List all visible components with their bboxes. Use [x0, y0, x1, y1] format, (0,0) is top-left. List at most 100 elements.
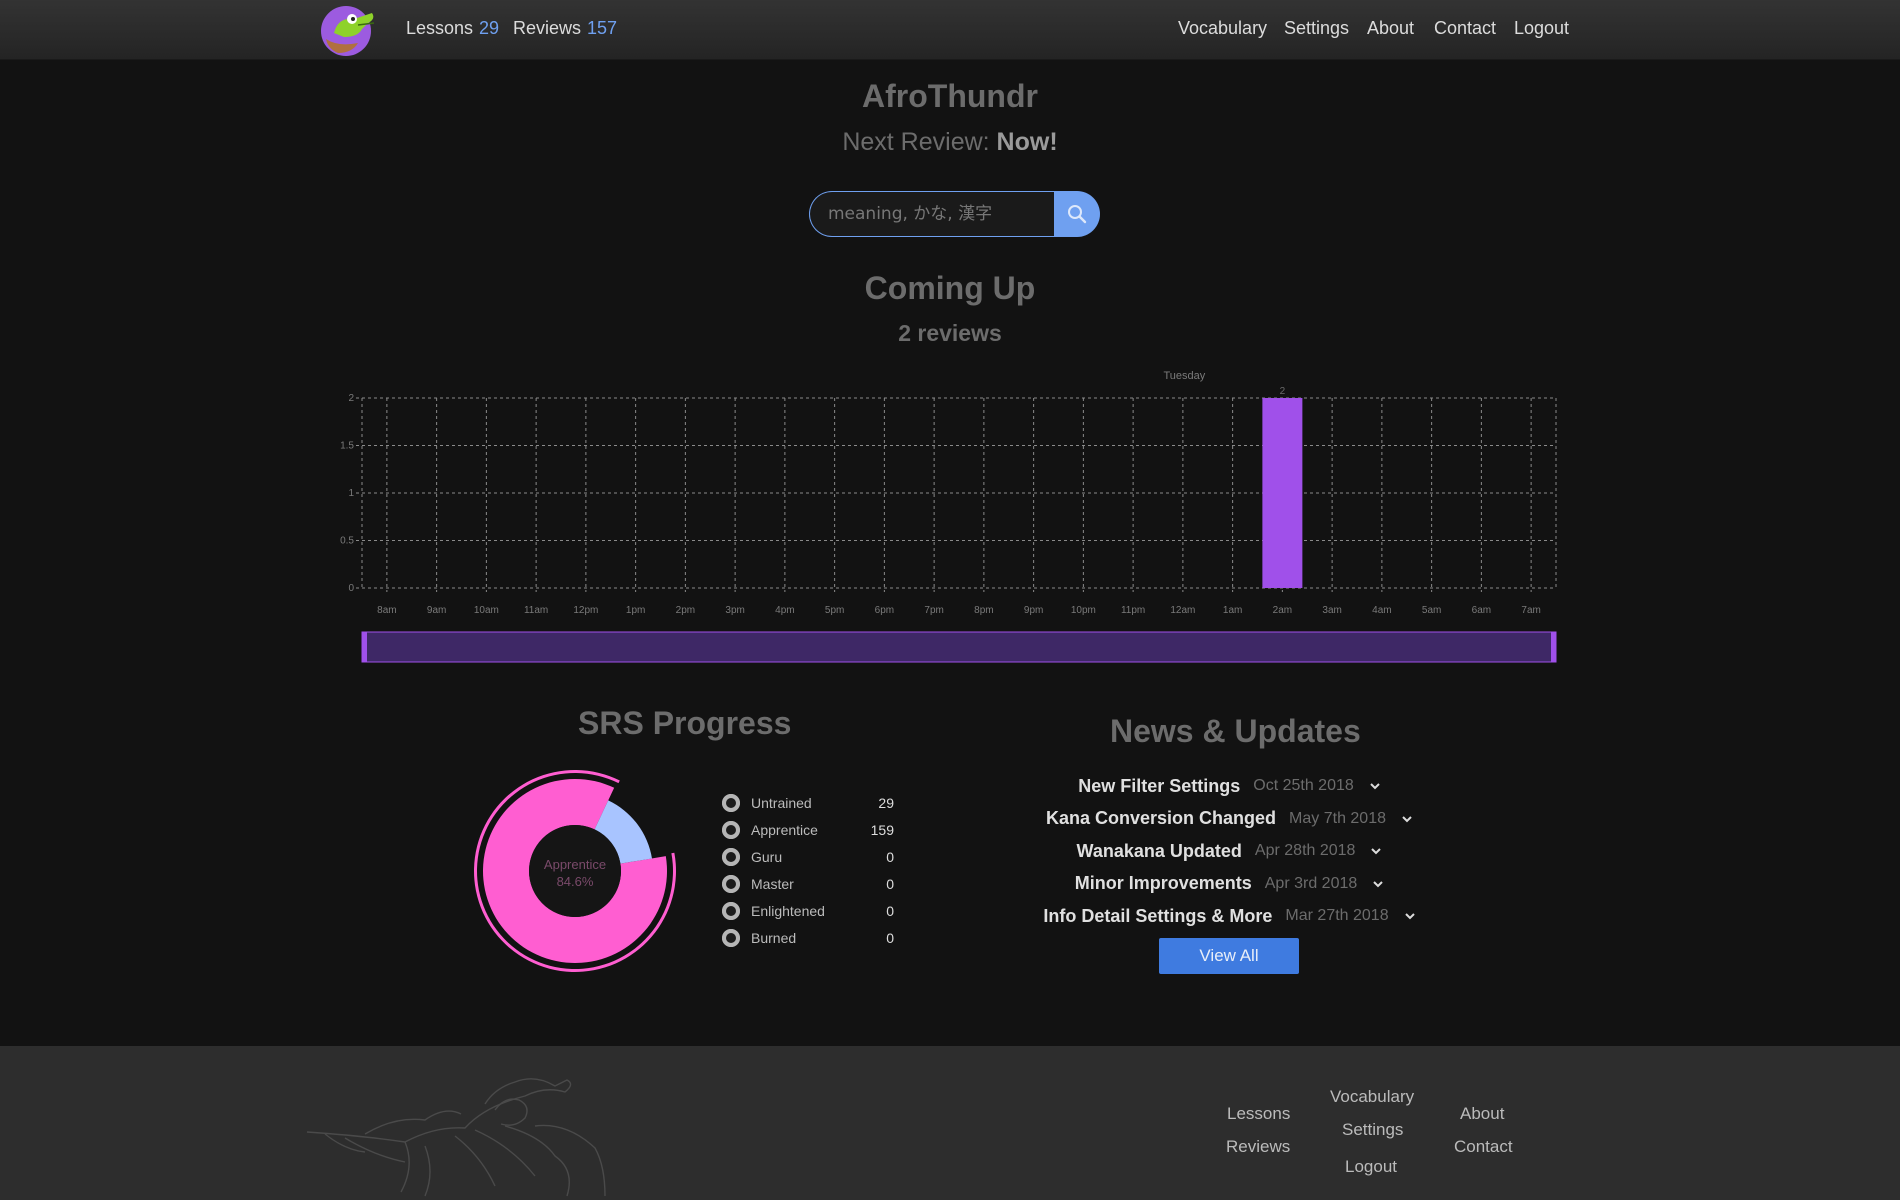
- y-tick-label: 2: [348, 393, 354, 404]
- srs-legend-count: 0: [886, 849, 894, 865]
- news-item[interactable]: Info Detail Settings & More Mar 27th 2018: [1000, 900, 1460, 933]
- srs-legend-label: Guru: [751, 849, 783, 865]
- chevron-down-icon[interactable]: [1369, 844, 1383, 858]
- y-tick-label: 0: [348, 583, 354, 594]
- news-item[interactable]: Kana Conversion Changed May 7th 2018: [1000, 803, 1460, 836]
- news-item[interactable]: Wanakana Updated Apr 28th 2018: [1000, 835, 1460, 868]
- x-tick-label: 5pm: [825, 605, 844, 616]
- nav-reviews-link[interactable]: Reviews 157: [513, 18, 617, 39]
- x-tick-label: 12am: [1170, 605, 1195, 616]
- next-review-value: Now!: [996, 128, 1058, 156]
- burned-icon: [722, 929, 740, 947]
- news-item-title: New Filter Settings: [1078, 775, 1241, 796]
- news-item-date: Apr 28th 2018: [1254, 842, 1356, 860]
- srs-legend-label: Untrained: [751, 795, 812, 811]
- news-item[interactable]: New Filter Settings Oct 25th 2018: [1000, 770, 1460, 803]
- footer-lessons-link[interactable]: Lessons: [1227, 1104, 1290, 1124]
- coming-up-title: Coming Up: [864, 270, 1036, 306]
- nav-settings-link[interactable]: Settings: [1284, 18, 1349, 39]
- range-handle-right[interactable]: [1551, 632, 1556, 662]
- srs-legend-label: Master: [751, 876, 794, 892]
- x-tick-label: 4am: [1372, 605, 1391, 616]
- srs-legend-item: Burned 0: [720, 927, 900, 954]
- news-item-title: Info Detail Settings & More: [1043, 905, 1273, 926]
- coming-up-review-count: 2 reviews: [898, 320, 1002, 346]
- footer-logout-link[interactable]: Logout: [1345, 1157, 1397, 1177]
- srs-legend-label: Enlightened: [751, 903, 825, 919]
- x-tick-label: 2pm: [676, 605, 695, 616]
- news-item-date: Oct 25th 2018: [1253, 777, 1354, 795]
- news-item-date: Apr 3rd 2018: [1264, 874, 1358, 892]
- x-tick-label: 4pm: [775, 605, 794, 616]
- chart-grid: [356, 397, 1557, 592]
- review-bar[interactable]: [1262, 398, 1303, 588]
- srs-progress-title: SRS Progress: [578, 705, 792, 741]
- footer-contact-link[interactable]: Contact: [1454, 1137, 1513, 1157]
- upcoming-reviews-chart: 0 0.5 1 1.5 2 8am 9am 10am 11am 12pm 1pm 2pm 3pm 4pm 5…: [340, 370, 1557, 663]
- x-tick-label: 9am: [427, 605, 446, 616]
- nav-about-link[interactable]: About: [1367, 18, 1414, 39]
- nav-reviews-label: Reviews: [513, 18, 582, 38]
- news-updates-title: News & Updates: [1110, 713, 1361, 749]
- news-item-date: May 7th 2018: [1289, 809, 1386, 827]
- next-review-label: Next Review:: [842, 128, 990, 156]
- kitsun-logo-icon[interactable]: [318, 3, 378, 57]
- srs-legend-count: 0: [886, 930, 894, 946]
- srs-legend-label: Burned: [751, 930, 797, 946]
- search-bar: [809, 191, 1100, 237]
- footer-about-link[interactable]: About: [1460, 1104, 1504, 1124]
- x-tick-label: 2am: [1273, 605, 1292, 616]
- nav-logout-link[interactable]: Logout: [1514, 18, 1569, 39]
- master-icon: [722, 875, 740, 893]
- next-review-text: Next Review: Now!: [0, 128, 1900, 157]
- x-tick-label: 8am: [377, 605, 396, 616]
- news-item-date: Mar 27th 2018: [1285, 907, 1389, 925]
- guru-icon: [722, 848, 740, 866]
- srs-donut-chart: Apprentice 84.6%: [474, 770, 676, 972]
- x-tick-label: 11am: [524, 605, 548, 616]
- x-tick-label: 10pm: [1071, 605, 1096, 616]
- nav-vocabulary-link[interactable]: Vocabulary: [1178, 18, 1267, 39]
- footer-settings-link[interactable]: Settings: [1342, 1120, 1403, 1140]
- srs-legend: Untrained 29 Apprentice 159 Guru 0 Master 0 Enli…: [720, 792, 900, 954]
- untrained-icon: [722, 794, 740, 812]
- search-button[interactable]: [1054, 191, 1100, 237]
- nav-lessons-link[interactable]: Lessons 29: [406, 18, 499, 39]
- chevron-down-icon[interactable]: [1400, 812, 1414, 826]
- chart-range-slider[interactable]: [361, 631, 1557, 663]
- x-tick-label: 7am: [1521, 605, 1540, 616]
- srs-legend-item: Enlightened 0: [720, 900, 900, 927]
- news-item-title: Minor Improvements: [1074, 873, 1252, 894]
- x-tick-label: 8pm: [974, 605, 993, 616]
- top-nav-bar: Lessons 29 Reviews 157 Vocabulary Settings…: [0, 0, 1900, 60]
- donut-center-value: 84.6%: [557, 874, 594, 889]
- y-tick-label: 0.5: [340, 536, 354, 547]
- footer: Lessons Reviews Vocabulary Settings Logo…: [0, 1046, 1900, 1200]
- news-item-title: Kana Conversion Changed: [1046, 808, 1277, 829]
- view-all-button[interactable]: View All: [1159, 938, 1299, 974]
- crocodile-illustration: [306, 1078, 606, 1197]
- username-heading: AfroThundr: [862, 78, 1038, 114]
- x-tick-label: 11pm: [1121, 605, 1145, 616]
- chevron-down-icon[interactable]: [1403, 909, 1417, 923]
- nav-contact-link[interactable]: Contact: [1434, 18, 1496, 39]
- x-tick-label: 6am: [1472, 605, 1491, 616]
- search-input[interactable]: [809, 191, 1054, 237]
- reviews-count-badge: 157: [587, 18, 618, 38]
- footer-vocabulary-link[interactable]: Vocabulary: [1330, 1087, 1414, 1107]
- srs-legend-item: Guru 0: [720, 846, 900, 873]
- enlightened-icon: [722, 902, 740, 920]
- x-tick-label: 10am: [474, 605, 499, 616]
- chevron-down-icon[interactable]: [1368, 779, 1382, 793]
- bar-value-label: 2: [1280, 386, 1286, 397]
- chevron-down-icon[interactable]: [1371, 877, 1385, 891]
- srs-legend-count: 0: [886, 903, 894, 919]
- news-item[interactable]: Minor Improvements Apr 3rd 2018: [1000, 868, 1460, 901]
- srs-legend-label: Apprentice: [751, 822, 818, 838]
- x-tick-label: 9pm: [1024, 605, 1043, 616]
- range-handle-left[interactable]: [362, 632, 367, 662]
- y-tick-label: 1.5: [340, 441, 354, 452]
- search-icon: [1068, 205, 1087, 224]
- x-tick-label: 6pm: [875, 605, 894, 616]
- footer-reviews-link[interactable]: Reviews: [1226, 1137, 1290, 1157]
